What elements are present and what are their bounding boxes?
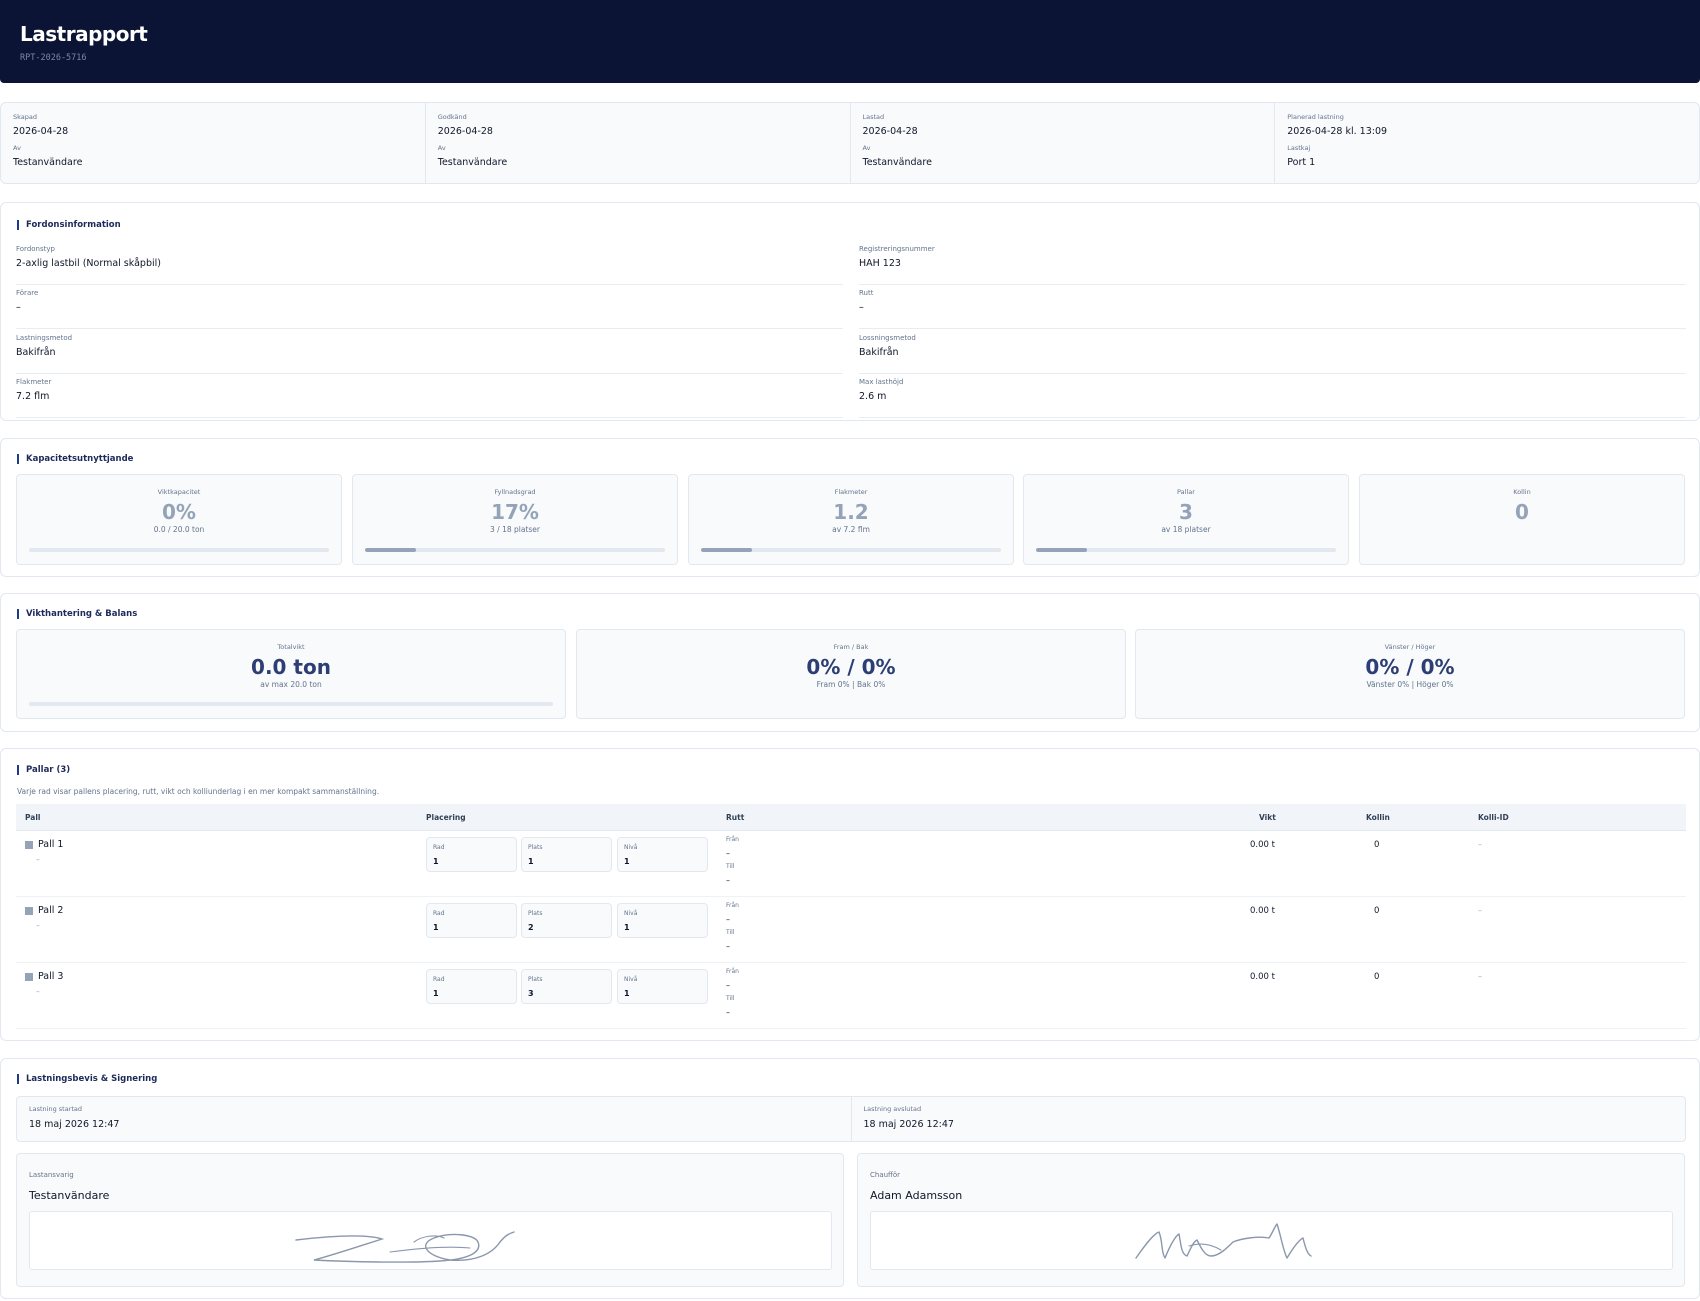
progress-bar: [29, 702, 553, 706]
pallet-square-icon: [25, 972, 33, 981]
left-right-box: Vänster / Höger 0% / 0% Vänster 0% | Hög…: [1135, 629, 1685, 719]
pallet-square-icon: [25, 840, 33, 849]
signature-drawing: [295, 1231, 515, 1263]
signature-load-manager: Lastansvarig Testanvändare: [16, 1153, 844, 1287]
meta-strip: Skapad 2026-04-28 Av Testanvändare Godkä…: [0, 102, 1700, 184]
capacity-section: Kapacitetsutnyttjande Viktkapacitet 0% 0…: [0, 438, 1700, 577]
col-vikt: Vikt: [1259, 813, 1276, 822]
loading-times: Lastning startad 18 maj 2026 12:47 Lastn…: [16, 1096, 1686, 1142]
cell-vikt: 0.00 t: [1250, 972, 1275, 982]
position-plats: Plats 3: [521, 969, 612, 1004]
col-pall: Pall: [25, 813, 41, 822]
col-kolli-id: Kolli-ID: [1478, 813, 1509, 822]
field-registration: Registreringsnummer HAH 123: [859, 241, 1686, 285]
position-plats: Plats 1: [521, 837, 612, 872]
pallet-square-icon: [25, 906, 33, 915]
cell-kolli-id: –: [1478, 840, 1482, 849]
cell-kollin: 0: [1374, 840, 1380, 850]
position-plats: Plats 2: [521, 903, 612, 938]
report-title: Lastrapport: [20, 22, 148, 46]
capacity-fill-box: Fyllnadsgrad 17% 3 / 18 platser: [352, 474, 678, 565]
loading-ended: Lastning avslutad 18 maj 2026 12:47: [863, 1105, 954, 1130]
field-flakmeter: Flakmeter 7.2 flm: [16, 374, 843, 418]
report-id: RPT-2026-5716: [20, 53, 87, 63]
capacity-flakmeter-box: Flakmeter 1.2 av 7.2 flm: [688, 474, 1014, 565]
table-row: Pall 3 – Rad 1 Plats 3 Nivå 1 Från – Till –…: [16, 963, 1686, 1029]
pallets-section: Pallar (3) Varje rad visar pallens place…: [0, 748, 1700, 1041]
meta-planned: Planerad lastning 2026-04-28 kl. 13:09 L…: [1287, 113, 1388, 168]
weight-section: Vikthantering & Balans Totalvikt 0.0 ton…: [0, 593, 1700, 732]
field-vehicle-type: Fordonstyp 2-axlig lastbil (Normal skåpb…: [16, 241, 843, 285]
front-back-box: Fram / Bak 0% / 0% Fram 0% | Bak 0%: [576, 629, 1126, 719]
field-driver: Förare –: [16, 285, 843, 329]
cell-kollin: 0: [1374, 906, 1380, 916]
signature-drawing: [1135, 1223, 1312, 1259]
table-row: Pall 1 – Rad 1 Plats 1 Nivå 1 Från – Till –…: [16, 831, 1686, 897]
meta-created: Skapad 2026-04-28 Av Testanvändare: [1, 103, 426, 183]
col-placering: Placering: [426, 813, 466, 822]
progress-bar: [1036, 548, 1336, 552]
field-max-height: Max lasthöjd 2.6 m: [859, 374, 1686, 418]
meta-loaded: Lastad 2026-04-28 Av Testanvändare: [851, 103, 1276, 183]
cell-kollin: 0: [1374, 972, 1380, 982]
capacity-weight-box: Viktkapacitet 0% 0.0 / 20.0 ton: [16, 474, 342, 565]
report-header: Lastrapport RPT-2026-5716: [0, 0, 1700, 83]
meta-approved: Godkänd 2026-04-28 Av Testanvändare: [426, 103, 851, 183]
field-unloading-method: Lossningsmetod Bakifrån: [859, 330, 1686, 374]
weight-title: Vikthantering & Balans: [17, 609, 137, 619]
vehicle-title: Fordonsinformation: [17, 220, 121, 230]
loading-started: Lastning startad 18 maj 2026 12:47: [17, 1097, 852, 1141]
signature-pad[interactable]: [29, 1211, 832, 1270]
pallets-title: Pallar (3): [17, 765, 70, 775]
progress-bar: [701, 548, 1001, 552]
signature-driver: Chaufför Adam Adamsson: [857, 1153, 1685, 1287]
capacity-title: Kapacitetsutnyttjande: [17, 454, 133, 464]
total-weight-box: Totalvikt 0.0 ton av max 20.0 ton: [16, 629, 566, 719]
capacity-kollin-box: Kollin 0: [1359, 474, 1685, 565]
signing-title: Lastningsbevis & Signering: [17, 1074, 157, 1084]
position-niva: Nivå 1: [617, 903, 708, 938]
position-niva: Nivå 1: [617, 969, 708, 1004]
table-row: Pall 2 – Rad 1 Plats 2 Nivå 1 Från – Till –…: [16, 897, 1686, 963]
capacity-pallets-box: Pallar 3 av 18 platser: [1023, 474, 1349, 565]
pallets-table: Pall Placering Rutt Vikt Kollin Kolli-ID…: [16, 804, 1686, 1029]
cell-kolli-id: –: [1478, 972, 1482, 981]
field-loading-method: Lastningsmetod Bakifrån: [16, 330, 843, 374]
signing-section: Lastningsbevis & Signering Lastning star…: [0, 1058, 1700, 1299]
position-rad: Rad 1: [426, 837, 517, 872]
signature-pad[interactable]: [870, 1211, 1673, 1270]
col-kollin: Kollin: [1366, 813, 1390, 822]
cell-vikt: 0.00 t: [1250, 906, 1275, 916]
col-rutt: Rutt: [726, 813, 745, 822]
position-rad: Rad 1: [426, 903, 517, 938]
pallets-description: Varje rad visar pallens placering, rutt,…: [17, 787, 380, 796]
table-header: Pall Placering Rutt Vikt Kollin Kolli-ID: [16, 804, 1686, 831]
position-rad: Rad 1: [426, 969, 517, 1004]
cell-vikt: 0.00 t: [1250, 840, 1275, 850]
vehicle-section: Fordonsinformation Fordonstyp 2-axlig la…: [0, 202, 1700, 421]
progress-bar: [29, 548, 329, 552]
progress-bar: [365, 548, 665, 552]
cell-kolli-id: –: [1478, 906, 1482, 915]
position-niva: Nivå 1: [617, 837, 708, 872]
field-route: Rutt –: [859, 285, 1686, 329]
